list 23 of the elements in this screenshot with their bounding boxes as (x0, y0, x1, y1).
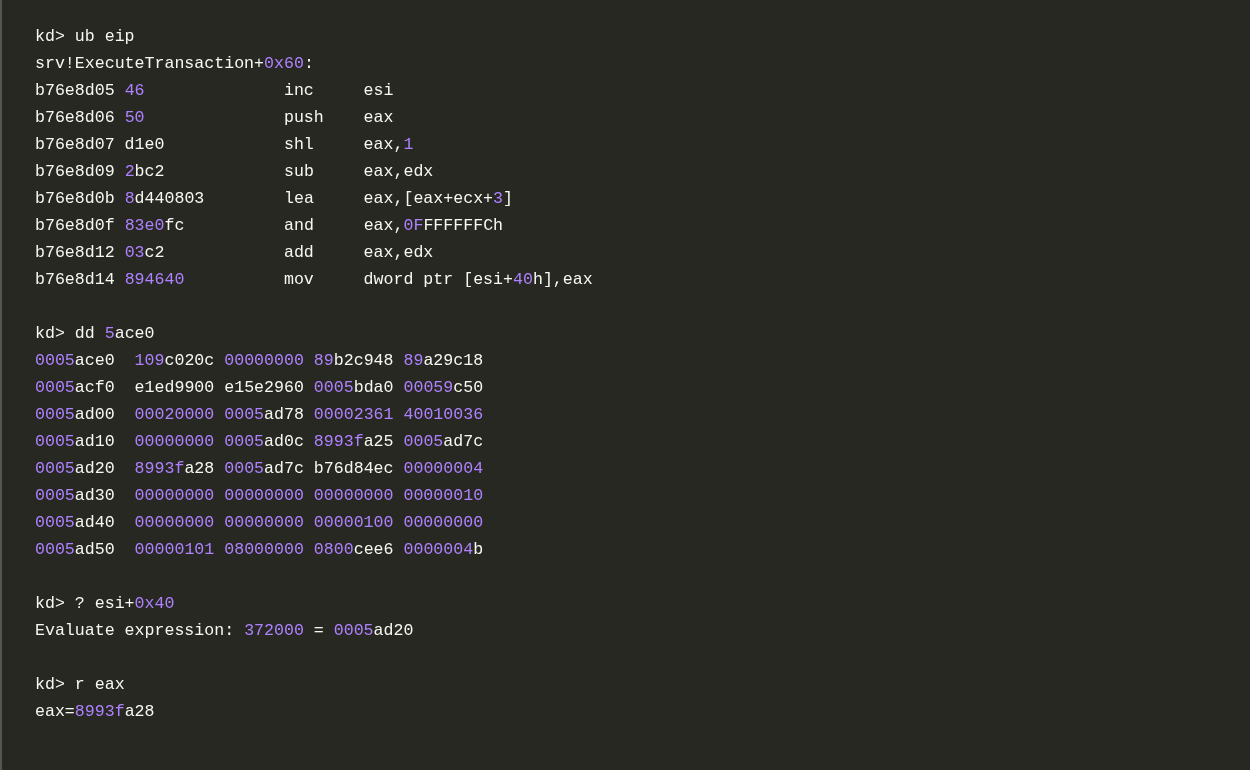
code-line: 0005ad10 00000000 0005ad0c 8993fa25 0005ad7c (35, 431, 484, 453)
code-line: kd> dd 5ace0 (35, 323, 155, 345)
code-line: b76e8d06 50 push eax (35, 107, 394, 129)
code-line: b76e8d14 894640 mov dword ptr [esi+40h],eax (35, 269, 593, 291)
code-line: 0005ad00 00020000 0005ad78 00002361 40010036 (35, 404, 484, 426)
code-line: b76e8d0f 83e0fc and eax,0FFFFFFFCh (35, 215, 504, 237)
code-line: kd> ? esi+0x40 (35, 593, 175, 615)
code-line: kd> ub eip (35, 26, 135, 48)
code-line: 0005ad30 00000000 00000000 00000000 00000010 (35, 485, 484, 507)
code-line: b76e8d09 2bc2 sub eax,edx (35, 161, 434, 183)
code-line: Evaluate expression: 372000 = 0005ad20 (35, 620, 414, 642)
code-line: b76e8d12 03c2 add eax,edx (35, 242, 434, 264)
code-line: eax=8993fa28 (35, 701, 155, 723)
code-line: b76e8d07 d1e0 shl eax,1 (35, 134, 414, 156)
code-line: b76e8d05 46 inc esi (35, 80, 394, 102)
code-line: 0005acf0 e1ed9900 e15e2960 0005bda0 00059c50 (35, 377, 484, 399)
code-line: srv!ExecuteTransaction+0x60: (35, 53, 314, 75)
code-line: b76e8d0b 8d440803 lea eax,[eax+ecx+3] (35, 188, 513, 210)
code-line: 0005ad40 00000000 00000000 00000100 00000000 (35, 512, 484, 534)
code-line: 0005ace0 109c020c 00000000 89b2c948 89a29c18 (35, 350, 484, 372)
code-line: kd> r eax (35, 674, 125, 696)
code-line: 0005ad50 00000101 08000000 0800cee6 0000004b (35, 539, 484, 561)
code-line: 0005ad20 8993fa28 0005ad7c b76d84ec 00000004 (35, 458, 484, 480)
